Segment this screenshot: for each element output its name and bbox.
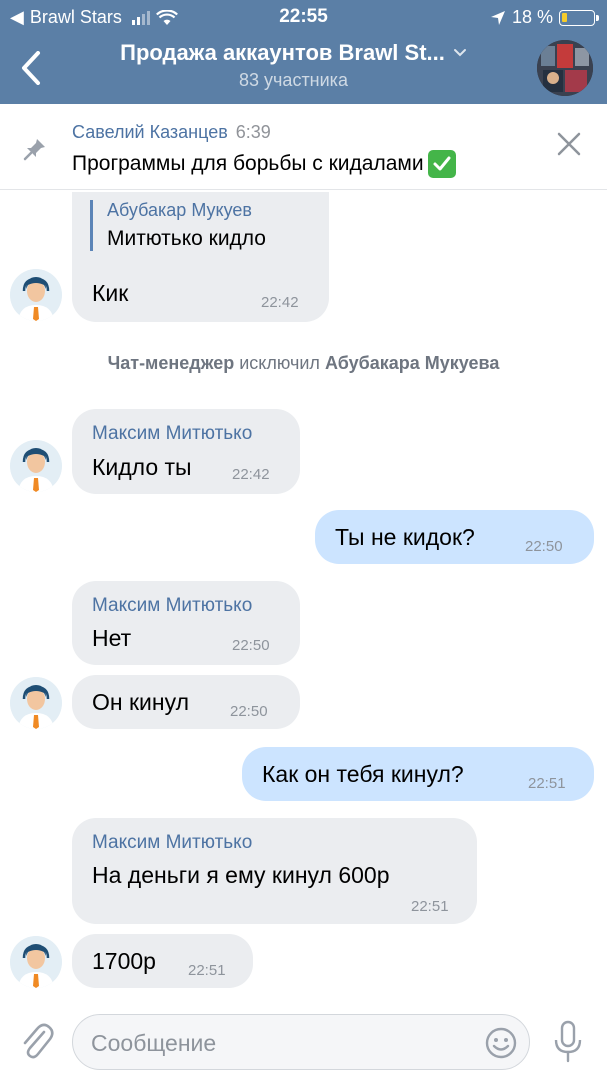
- chat-title: Продажа аккаунтов Brawl St...: [120, 40, 445, 65]
- message-input[interactable]: [91, 1025, 481, 1061]
- message-author: Максим Митютько: [92, 832, 253, 853]
- message-bubble[interactable]: Максим Митютько Кидло ты 22:42: [72, 409, 300, 494]
- pinned-message[interactable]: Савелий Казанцев 6:39 Программы для борьб…: [0, 104, 607, 190]
- pinned-time: 6:39: [235, 122, 271, 142]
- reply-quote[interactable]: Абубакар Мукуев Митютько кидло: [90, 200, 266, 251]
- avatar[interactable]: [10, 936, 62, 988]
- smiley-icon: [485, 1027, 517, 1059]
- message-text: Он кинул: [92, 689, 190, 715]
- pin-icon: [23, 139, 45, 161]
- quote-text: Митютько кидло: [107, 227, 266, 250]
- back-button[interactable]: [14, 48, 48, 88]
- message-text: Как он тебя кинул?: [262, 761, 464, 787]
- check-mark-emoji-icon: [427, 150, 456, 178]
- service-target: Абубакара Мукуева: [324, 353, 500, 373]
- message-time: 22:42: [232, 466, 270, 483]
- chevron-left-icon: [22, 51, 40, 85]
- close-pinned-button[interactable]: [555, 130, 583, 158]
- paperclip-icon: [23, 1023, 54, 1059]
- message-text: Нет: [92, 625, 132, 651]
- message-bubble[interactable]: Максим Митютько На деньги я ему кинул 60…: [72, 818, 477, 924]
- message-author: Максим Митютько: [92, 595, 253, 616]
- service-action: исключил: [239, 353, 320, 373]
- chat-members-count: 83 участника: [239, 70, 348, 90]
- message-author: Максим Митютько: [92, 423, 253, 444]
- microphone-icon: [554, 1020, 582, 1063]
- message-time: 22:51: [528, 775, 566, 792]
- chat-avatar[interactable]: [537, 40, 593, 96]
- service-actor: Чат-менеджер: [107, 353, 235, 373]
- attach-button[interactable]: [20, 1020, 54, 1062]
- message-time: 22:50: [230, 703, 268, 720]
- battery-percent: 18 %: [511, 7, 553, 27]
- message-bubble-outgoing[interactable]: Ты не кидок? 22:50: [315, 510, 594, 564]
- pinned-text: Программы для борьбы с кидалами: [72, 152, 424, 175]
- voice-message-button[interactable]: [552, 1020, 584, 1064]
- message-time: 22:42: [261, 294, 299, 311]
- avatar[interactable]: [10, 269, 62, 321]
- message-text: Кик: [92, 280, 129, 306]
- message-time: 22:50: [232, 637, 270, 654]
- message-composer: [0, 1002, 607, 1080]
- message-field[interactable]: [72, 1014, 530, 1070]
- message-time: 22:51: [411, 898, 449, 915]
- message-bubble[interactable]: 1700р 22:51: [72, 934, 253, 988]
- avatar[interactable]: [10, 677, 62, 729]
- message-text: Кидло ты: [92, 454, 192, 480]
- location-arrow-icon: [490, 10, 505, 25]
- close-icon: [557, 132, 581, 156]
- message-bubble[interactable]: Абубакар Мукуев Митютько кидло Кик 22:42: [72, 192, 329, 322]
- chat-header: ◀ Brawl Stars 22:55 18 % Продажа аккаунт…: [0, 0, 607, 104]
- message-text: На деньги я ему кинул 600р: [92, 862, 390, 888]
- pinned-author: Савелий Казанцев: [72, 122, 228, 142]
- chevron-down-icon: [453, 49, 466, 57]
- avatar[interactable]: [10, 440, 62, 492]
- message-bubble[interactable]: Он кинул 22:50: [72, 675, 300, 729]
- battery-icon: [559, 9, 599, 26]
- message-bubble[interactable]: Максим Митютько Нет 22:50: [72, 581, 300, 665]
- message-time: 22:51: [188, 962, 226, 979]
- emoji-button[interactable]: [485, 1027, 517, 1059]
- message-text: Ты не кидок?: [335, 524, 475, 550]
- message-bubble-outgoing[interactable]: Как он тебя кинул? 22:51: [242, 747, 594, 801]
- message-time: 22:50: [525, 538, 563, 555]
- status-bar: ◀ Brawl Stars 22:55 18 %: [0, 0, 607, 36]
- service-message: Чат-менеджер исключил Абубакара Мукуева: [0, 353, 607, 374]
- chat-title-area[interactable]: Продажа аккаунтов Brawl St... 83 участни…: [70, 40, 517, 91]
- message-text: 1700р: [92, 948, 156, 974]
- quote-author: Абубакар Мукуев: [107, 200, 252, 220]
